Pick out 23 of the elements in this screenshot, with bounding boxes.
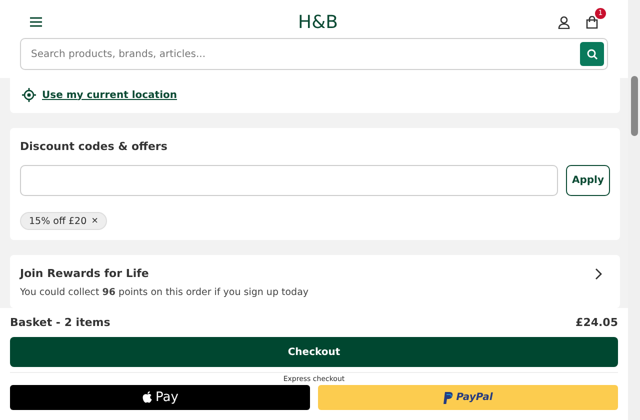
apply-button[interactable]: Apply	[566, 165, 610, 196]
chevron-right-icon[interactable]	[595, 268, 602, 280]
search-button[interactable]	[580, 42, 604, 66]
basket-total: £24.05	[576, 316, 618, 329]
search-field[interactable]: Search products, brands, articles...	[20, 38, 608, 70]
section-title: Join Rewards for Life	[20, 267, 149, 280]
bag-icon[interactable]	[586, 16, 598, 28]
search-icon	[586, 48, 598, 60]
logo[interactable]: H&B	[298, 12, 338, 32]
apple-logo-icon	[142, 391, 153, 404]
remove-button[interactable]: ×	[92, 215, 98, 227]
location-target-icon	[22, 88, 36, 102]
menu-icon[interactable]	[30, 17, 42, 27]
checkout-button[interactable]: Checkout	[10, 337, 618, 367]
account-icon[interactable]	[558, 16, 570, 28]
location-link[interactable]: Use my current location	[42, 90, 177, 100]
paypal-logo-icon	[443, 392, 454, 404]
discount-label: 15% off £20	[29, 216, 87, 226]
apple-pay-button[interactable]: Pay	[10, 385, 310, 410]
section-title: Discount codes & offers	[20, 140, 168, 153]
rewards-text: You could collect 96 points on this order if you sign up today	[20, 287, 310, 298]
paypal-button[interactable]: PayPal	[318, 385, 618, 410]
basket-label: Basket - 2 items	[10, 316, 110, 329]
